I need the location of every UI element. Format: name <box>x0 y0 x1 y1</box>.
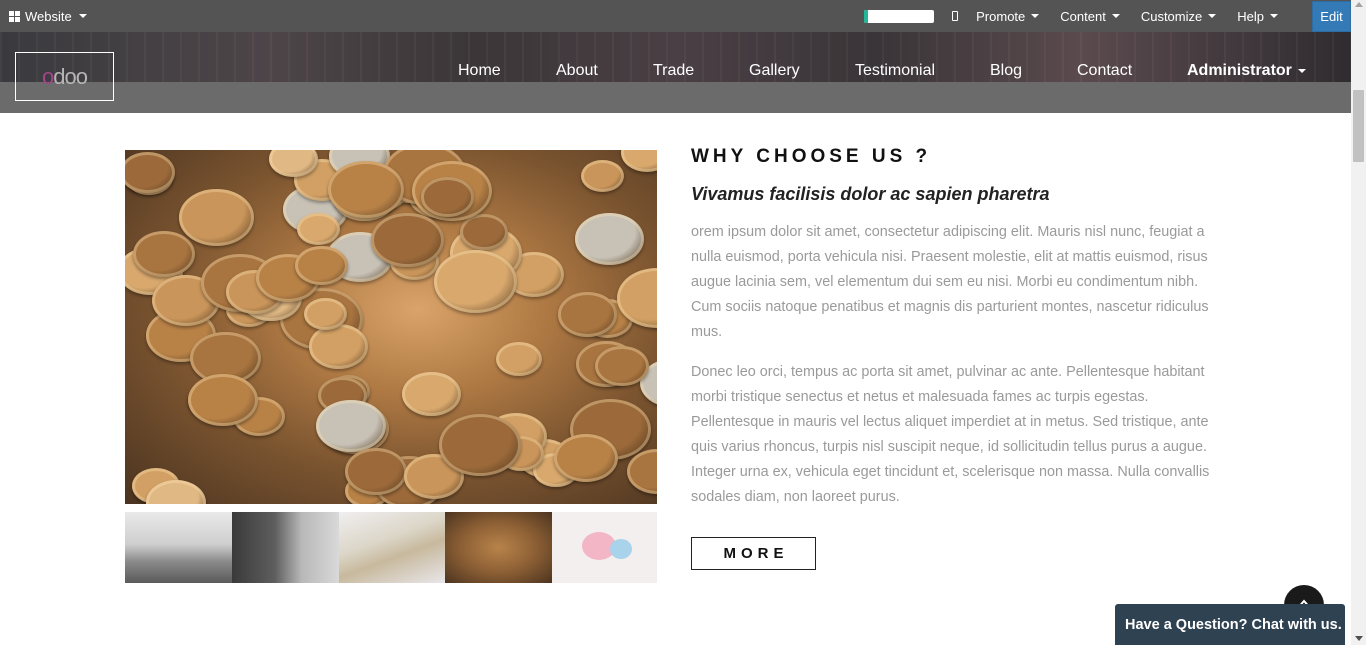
thumbnail-team-meeting[interactable] <box>125 512 232 583</box>
nav-trade[interactable]: Trade <box>653 62 694 80</box>
promote-menu[interactable]: Promote <box>976 9 1040 24</box>
chevron-down-icon <box>78 14 87 18</box>
chevron-down-icon <box>1031 14 1040 18</box>
coin-texture <box>297 212 340 246</box>
nav-contact[interactable]: Contact <box>1077 62 1132 80</box>
customize-menu[interactable]: Customize <box>1141 9 1217 24</box>
coins-main-image <box>125 150 657 504</box>
nav-home[interactable]: Home <box>458 62 501 80</box>
apps-grid-icon <box>9 10 20 22</box>
onboarding-progress-bar[interactable] <box>864 9 935 23</box>
page: Website Promote Content Customize Help E… <box>0 0 1366 645</box>
chevron-down-icon <box>1270 14 1278 18</box>
coin-texture <box>327 161 404 219</box>
promote-menu-label[interactable]: Promote <box>976 9 1025 24</box>
site-header: odoo Home About Trade Gallery Testimonia… <box>0 32 1351 113</box>
content-menu-label[interactable]: Content <box>1060 9 1106 24</box>
coin-texture <box>308 324 369 370</box>
coin-texture <box>370 212 444 268</box>
coin-texture <box>553 433 618 482</box>
coin-texture <box>574 212 645 266</box>
customize-menu-label[interactable]: Customize <box>1141 9 1202 24</box>
nav-administrator-label[interactable]: Administrator <box>1187 62 1292 79</box>
nav-testimonial[interactable]: Testimonial <box>855 62 935 80</box>
coin-texture <box>133 230 196 278</box>
chevron-down-icon <box>1111 14 1120 18</box>
coin-texture <box>304 298 347 330</box>
section-paragraph-1: orem ipsum dolor sit amet, consectetur a… <box>691 224 1209 340</box>
coin-texture <box>402 371 462 416</box>
chevron-down-icon <box>1298 68 1307 73</box>
mobile-preview-icon[interactable] <box>952 11 959 21</box>
content-menu[interactable]: Content <box>1060 9 1120 24</box>
coin-texture <box>433 250 518 313</box>
help-menu[interactable]: Help <box>1237 9 1278 24</box>
nav-blog[interactable]: Blog <box>990 62 1022 80</box>
coin-texture <box>557 292 618 338</box>
section-subtitle: Vivamus facilisis dolor ac sapien pharet… <box>691 184 1050 204</box>
live-chat-button[interactable]: Have a Question? Chat with us. <box>1115 604 1345 645</box>
coin-texture <box>595 345 649 386</box>
coin-texture <box>178 189 255 246</box>
scroll-down-arrow-icon[interactable] <box>1355 636 1363 641</box>
website-menu-label[interactable]: Website <box>25 9 72 24</box>
coin-texture <box>580 159 625 193</box>
scrollbar-thumb[interactable] <box>1353 90 1364 162</box>
scroll-up-arrow-icon[interactable] <box>1355 2 1363 7</box>
progress-fill <box>864 9 868 23</box>
help-menu-label[interactable]: Help <box>1237 9 1264 24</box>
website-menu[interactable]: Website <box>9 0 87 32</box>
nav-gallery[interactable]: Gallery <box>749 62 800 80</box>
coin-texture <box>125 151 175 193</box>
admin-bar: Website Promote Content Customize Help E… <box>0 0 1351 32</box>
thumbnail-coins[interactable] <box>445 512 552 583</box>
coin-texture <box>627 448 657 495</box>
more-button[interactable]: MORE <box>691 537 816 570</box>
section-title: WHY CHOOSE US ? <box>691 146 932 167</box>
coin-texture <box>295 245 348 285</box>
main-nav: Home About Trade Gallery Testimonial Blo… <box>0 59 1351 83</box>
coin-texture <box>188 373 258 426</box>
thumbnail-piggy-banks[interactable] <box>552 512 657 583</box>
chevron-down-icon <box>1208 14 1217 18</box>
thumbnail-atm[interactable] <box>232 512 339 583</box>
coin-texture <box>621 150 657 172</box>
section-paragraph-2: Donec leo orci, tempus ac porta sit amet… <box>691 364 1210 505</box>
page-scrollbar[interactable] <box>1351 0 1366 645</box>
coin-texture <box>460 213 509 251</box>
coin-texture <box>316 400 386 453</box>
nav-about[interactable]: About <box>556 62 598 80</box>
coin-texture <box>495 341 542 377</box>
nav-administrator[interactable]: Administrator <box>1187 62 1307 80</box>
live-chat-label[interactable]: Have a Question? Chat with us. <box>1125 617 1342 633</box>
coin-texture <box>344 447 408 495</box>
edit-button[interactable]: Edit <box>1312 0 1351 32</box>
coin-texture <box>421 177 474 217</box>
coin-texture <box>439 414 521 476</box>
piggy-bank-blue-icon <box>610 539 632 559</box>
thumbnail-strip <box>125 512 657 583</box>
thumbnail-banknotes[interactable] <box>339 512 445 583</box>
